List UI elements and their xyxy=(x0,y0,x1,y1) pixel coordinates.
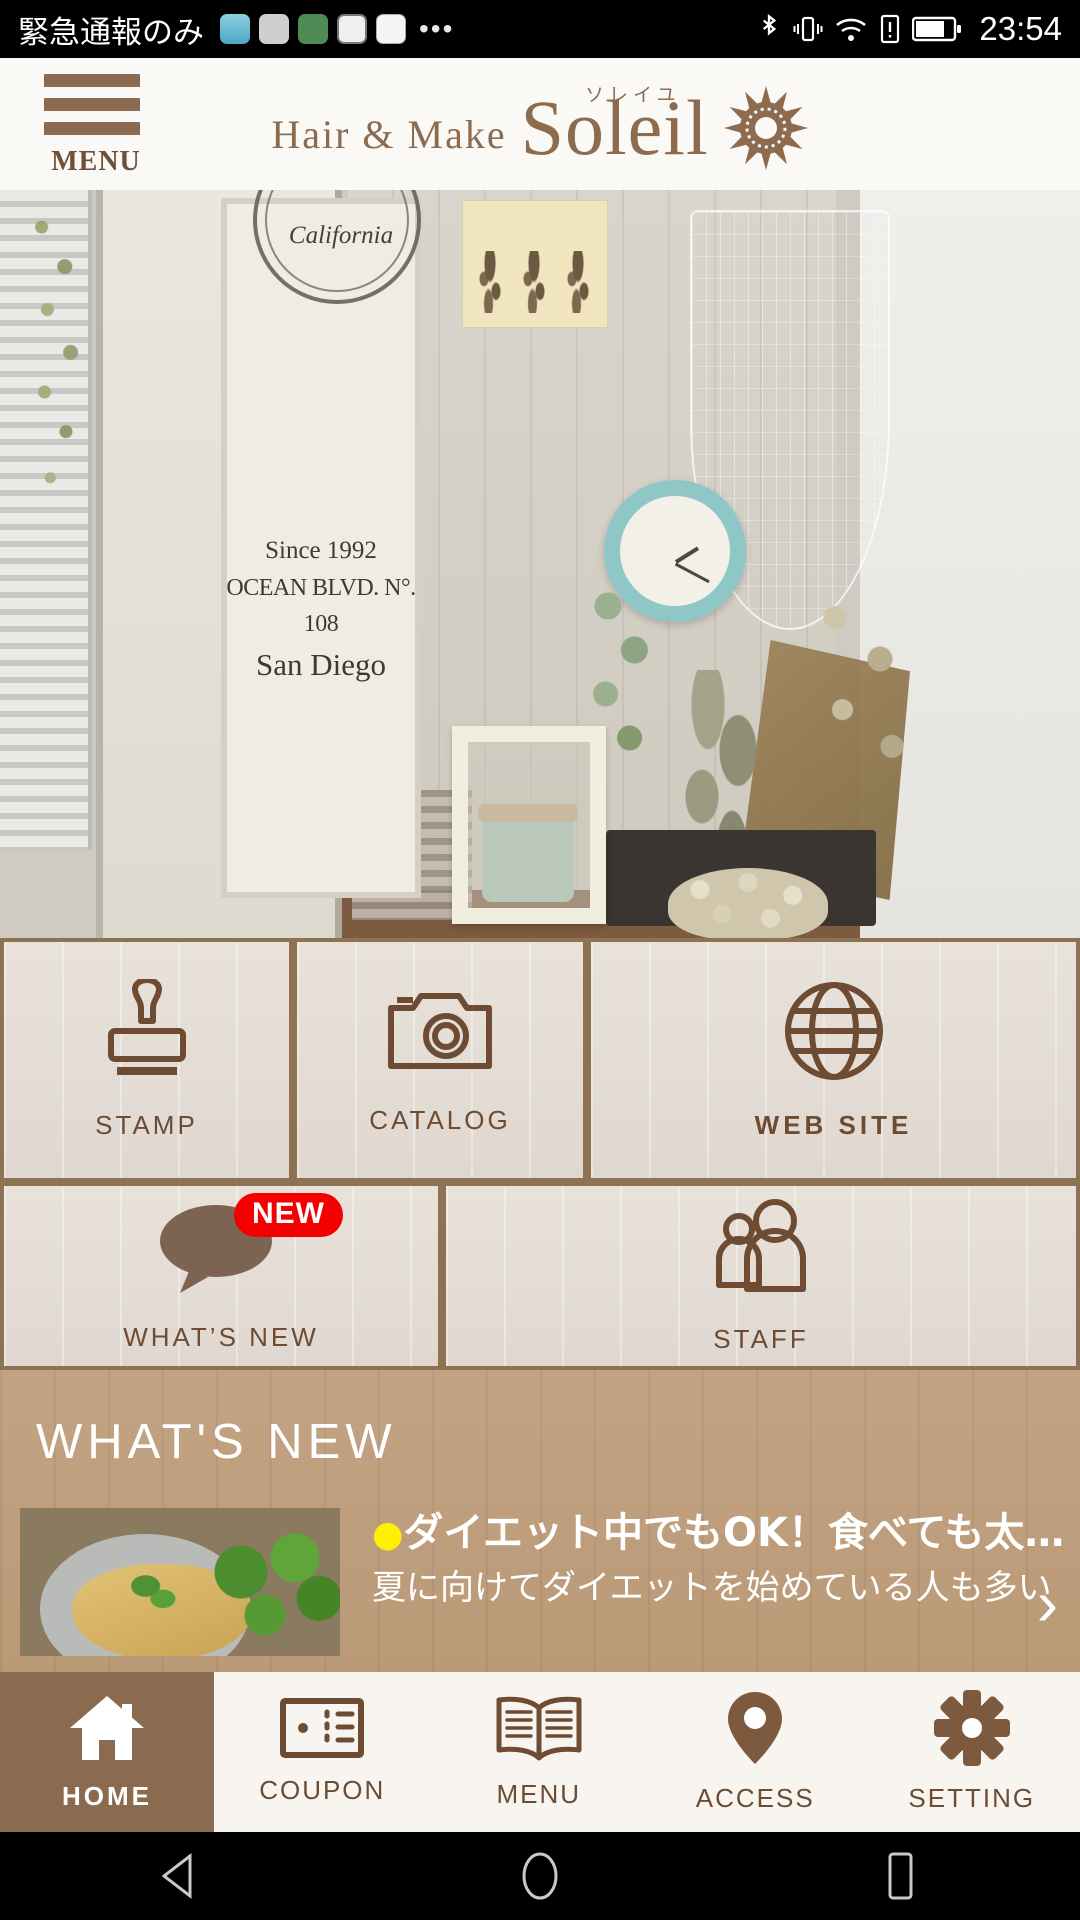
thumbnail-herb xyxy=(124,1570,178,1610)
tab-coupon-label: COUPON xyxy=(259,1775,386,1805)
gear-icon xyxy=(933,1690,1010,1771)
vibrate-icon xyxy=(793,12,823,46)
tile-web-site-label: WEB SITE xyxy=(754,1110,913,1140)
tile-staff[interactable]: STAFF xyxy=(446,1186,1076,1366)
stamp-icon xyxy=(97,977,197,1088)
tab-setting[interactable]: SETTING xyxy=(864,1672,1080,1832)
door-stamp-text: California xyxy=(288,222,394,249)
feature-grid: STAMP CATALOG WEB SITE NEW WHAT’S NEW ST… xyxy=(0,938,1080,1370)
door-city-line: San Diego xyxy=(255,646,386,682)
hamburger-line xyxy=(44,122,140,135)
android-nav-bar xyxy=(0,1832,1080,1920)
back-triangle-icon[interactable] xyxy=(120,1852,240,1900)
whats-new-thumbnail xyxy=(20,1508,340,1656)
home-circle-icon[interactable] xyxy=(480,1850,600,1902)
whats-new-item[interactable]: ●ダイエット中でもOK！食べても太… 夏に向けてダイエットを始めている人も多い xyxy=(20,1508,1064,1688)
hamburger-line xyxy=(44,74,140,87)
app-notification-icon-2 xyxy=(259,14,289,44)
tab-coupon[interactable]: COUPON xyxy=(214,1672,431,1832)
metal-bucket xyxy=(478,804,578,902)
more-notifications-icon: ••• xyxy=(419,13,455,44)
ticket-icon xyxy=(280,1698,365,1763)
tile-stamp[interactable]: STAMP xyxy=(4,942,289,1178)
tile-whats-new-label: WHAT’S NEW xyxy=(123,1322,319,1352)
dried-seedheads-bowl xyxy=(668,868,828,938)
poster-sprig xyxy=(563,251,593,313)
tab-menu-label: MENU xyxy=(496,1779,582,1809)
whats-new-summary: 夏に向けてダイエットを始めている人も多い xyxy=(372,1568,1052,1608)
tab-access-label: ACCESS xyxy=(695,1783,815,1813)
bluetooth-icon xyxy=(756,12,782,46)
poster-sprig xyxy=(475,251,505,313)
battery-icon xyxy=(912,14,962,44)
clock-minute-hand xyxy=(674,562,710,584)
door-address-text: Since 1992 OCEAN BLVD. N°. 108 San Diego xyxy=(221,532,421,688)
house-icon xyxy=(68,1692,146,1769)
tile-stamp-label: STAMP xyxy=(95,1110,198,1140)
speech-bubble-icon: NEW xyxy=(156,1193,343,1300)
white-door: California Since 1992 OCEAN BLVD. N°. 10… xyxy=(96,190,421,938)
hamburger-line xyxy=(44,98,140,111)
tile-catalog[interactable]: CATALOG xyxy=(297,942,583,1178)
notification-icons: ••• xyxy=(220,13,454,45)
ivy-plant xyxy=(30,194,88,524)
door-since-line: Since 1992 xyxy=(265,537,377,564)
camera-icon xyxy=(385,984,495,1083)
logo-ruby-text: ソレイユ xyxy=(585,84,681,106)
botanical-poster xyxy=(462,200,608,328)
new-badge: NEW xyxy=(234,1193,343,1237)
clock-hour-hand xyxy=(674,546,700,564)
tile-web-site[interactable]: WEB SITE xyxy=(591,942,1076,1178)
status-bar: 緊急通報のみ ••• 23:54 xyxy=(0,0,1080,58)
hero-image[interactable]: California Since 1992 OCEAN BLVD. N°. 10… xyxy=(0,190,1080,938)
map-pin-icon xyxy=(724,1690,786,1771)
tile-whats-new[interactable]: NEW WHAT’S NEW xyxy=(4,1186,438,1366)
sun-icon xyxy=(723,85,809,171)
dried-flowers-right xyxy=(790,590,940,820)
bucket-rim xyxy=(478,804,578,822)
tile-staff-label: STAFF xyxy=(713,1324,809,1354)
whats-new-bullet: ● xyxy=(372,1514,404,1555)
whats-new-text: ●ダイエット中でもOK！食べても太… 夏に向けてダイエットを始めている人も多い xyxy=(372,1508,1064,1610)
poster-sprig xyxy=(519,251,549,313)
globe-icon xyxy=(782,979,886,1088)
wifi-icon xyxy=(834,13,868,45)
whats-new-headline-row: ●ダイエット中でもOK！食べても太… xyxy=(372,1508,1064,1558)
door-street-line: OCEAN BLVD. N°. 108 xyxy=(226,574,416,637)
status-clock: 23:54 xyxy=(979,10,1062,47)
menu-button-label: MENU xyxy=(51,146,141,177)
tab-menu[interactable]: MENU xyxy=(431,1672,648,1832)
recents-square-icon[interactable] xyxy=(840,1850,960,1902)
status-icons: 23:54 xyxy=(756,10,1062,48)
thumbnail-greens xyxy=(196,1524,340,1644)
whats-new-next-chevron-icon[interactable]: › xyxy=(1037,1566,1058,1640)
book-icon xyxy=(493,1694,585,1767)
bottom-tab-bar: HOME COUPON MENU ACCESS SETTING xyxy=(0,1672,1080,1832)
people-icon xyxy=(709,1197,813,1302)
menu-button[interactable]: MENU xyxy=(44,74,148,178)
tab-setting-label: SETTING xyxy=(908,1783,1036,1813)
tab-access[interactable]: ACCESS xyxy=(647,1672,864,1832)
app-notification-icon-1 xyxy=(220,14,250,44)
app-notification-icon-4 xyxy=(337,14,367,44)
tile-catalog-label: CATALOG xyxy=(369,1105,511,1135)
brand-logo: Hair & Make Soleil ソレイユ xyxy=(0,58,1080,190)
carrier-label: 緊急通報のみ xyxy=(18,14,204,51)
tab-home-label: HOME xyxy=(62,1781,152,1811)
app-notification-icon-3 xyxy=(298,14,328,44)
whats-new-headline: ダイエット中でもOK！食べても太… xyxy=(403,1510,1065,1556)
tab-home[interactable]: HOME xyxy=(0,1672,214,1832)
whats-new-heading: WHAT'S NEW xyxy=(36,1415,397,1469)
app-header: Hair & Make Soleil ソレイユ MENU xyxy=(0,58,1080,190)
app-notification-icon-5 xyxy=(376,14,406,44)
sim-alert-icon xyxy=(879,13,901,45)
logo-prefix-text: Hair & Make xyxy=(271,111,507,157)
